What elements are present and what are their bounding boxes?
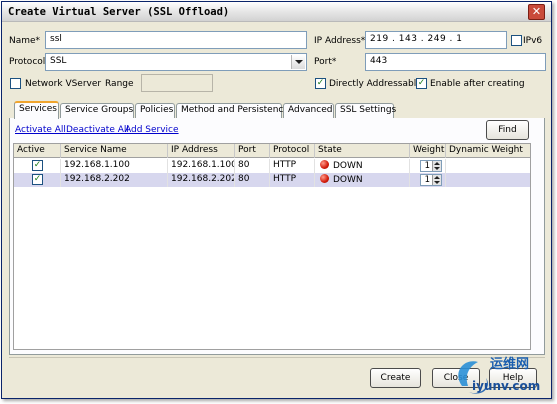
chevron-down-icon[interactable] [291,55,305,69]
ip-address-input[interactable]: 219 . 143 . 249 . 1 [365,31,507,49]
network-vserver-label: Network VServer [25,79,102,89]
protocol-select[interactable]: SSL [45,53,307,71]
column-header[interactable]: Active [14,144,61,158]
create-button[interactable]: Create [370,368,421,388]
state-cell: DOWN [315,173,410,187]
spinner-arrows-icon[interactable] [432,161,441,171]
weight-value: 1 [424,175,430,185]
active-cell: ✓ [14,159,61,173]
tab-ssl-settings[interactable]: SSL Settings [335,103,396,118]
protocol-value: SSL [50,56,67,66]
port-input[interactable]: 443 [365,53,546,71]
table-row[interactable]: ✓ 192.168.2.202 192.168.2.202 80 HTTP DO… [14,173,530,187]
port-cell: 80 [235,173,270,187]
watermark-url-text: iyunv.com [472,379,540,393]
tab-method-and-persistence[interactable]: Method and Persistence [176,103,289,118]
column-header[interactable]: State [315,144,410,158]
ipv6-checkbox[interactable] [511,35,522,46]
table-header: Active Service Name IP Address Port Prot… [14,144,530,158]
tab-policies[interactable]: Policies [135,103,175,118]
dialog-window: Create Virtual Server (SSL Offload) ✕ Na… [1,1,552,399]
range-label: Range [105,79,134,89]
range-input [141,74,213,92]
watermark-logo: 运维网 iyunv.com [458,356,540,394]
network-vserver-checkbox[interactable] [10,78,21,89]
table-row[interactable]: ✓ 192.168.1.100 192.168.1.100 80 HTTP DO… [14,159,530,173]
column-header[interactable]: Port [235,144,270,158]
close-window-button[interactable]: ✕ [528,4,545,20]
watermark-cn-text: 运维网 [490,356,529,372]
down-status-icon [320,174,329,183]
ip-address-cell: 192.168.2.202 [168,173,235,187]
directly-addressable-label: Directly Addressable [329,79,422,89]
port-cell: 80 [235,159,270,173]
state-text: DOWN [333,175,363,185]
port-label: Port* [314,57,337,67]
column-header[interactable]: Weight [410,144,446,158]
deactivate-all-link[interactable]: Deactivate All [66,125,129,135]
tab-advanced[interactable]: Advanced [283,103,334,118]
active-cell: ✓ [14,173,61,187]
services-table: Active Service Name IP Address Port Prot… [13,143,531,350]
add-service-link[interactable]: Add Service [125,125,179,135]
state-cell: DOWN [315,159,410,173]
name-input[interactable]: ssl [45,31,307,49]
ip-address-label: IP Address* [314,36,366,46]
ip-address-cell: 192.168.1.100 [168,159,235,173]
enable-after-creating-label: Enable after creating [430,79,525,89]
service-name-cell: 192.168.2.202 [61,173,168,187]
directly-addressable-checkbox[interactable]: ✓ [315,78,326,89]
weight-value: 1 [424,161,430,171]
ipv6-label: IPv6 [523,36,543,46]
weight-spinner[interactable]: 1 [420,160,442,172]
protocol-cell: HTTP [270,159,315,173]
protocol-label: Protocol [9,57,46,67]
dynamic-weight-cell [446,159,530,173]
title-bar: Create Virtual Server (SSL Offload) ✕ [2,2,551,22]
weight-spinner[interactable]: 1 [420,174,442,186]
tab-services[interactable]: Services [14,101,59,119]
state-text: DOWN [333,161,363,171]
name-label: Name* [9,36,41,46]
weight-cell: 1 [410,173,446,187]
column-header[interactable]: Dynamic Weight [446,144,530,158]
column-header[interactable]: Service Name [61,144,168,158]
activate-all-link[interactable]: Activate All [15,125,66,135]
window-title: Create Virtual Server (SSL Offload) [8,6,230,18]
down-status-icon [320,160,329,169]
service-name-cell: 192.168.1.100 [61,159,168,173]
tab-service-groups[interactable]: Service Groups [60,103,134,118]
protocol-cell: HTTP [270,173,315,187]
spinner-arrows-icon[interactable] [432,175,441,185]
enable-after-creating-checkbox[interactable]: ✓ [416,78,427,89]
dynamic-weight-cell [446,173,530,187]
column-header[interactable]: Protocol [270,144,315,158]
find-button[interactable]: Find [486,120,529,140]
active-checkbox[interactable]: ✓ [32,174,43,185]
weight-cell: 1 [410,159,446,173]
active-checkbox[interactable]: ✓ [32,160,43,171]
column-header[interactable]: IP Address [168,144,235,158]
